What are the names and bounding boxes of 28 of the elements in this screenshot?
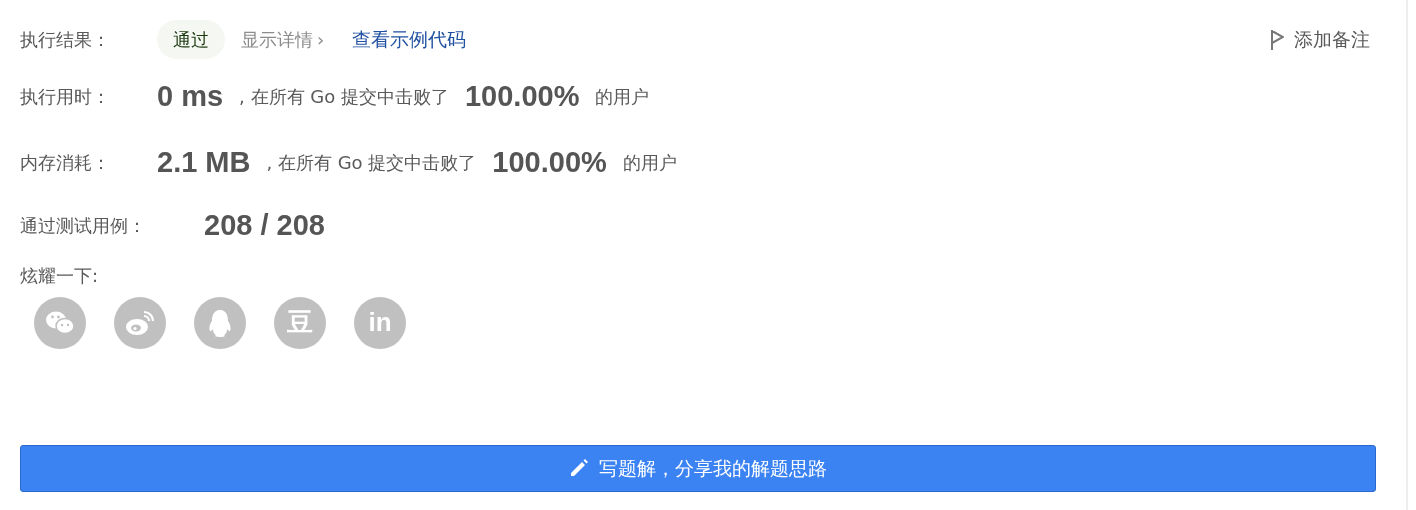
caret-icon: › xyxy=(317,26,325,53)
chat-bubbles-icon xyxy=(45,309,75,336)
sample-code-link[interactable]: 查看示例代码 xyxy=(352,25,467,54)
stat-label: 内存消耗： xyxy=(20,150,111,175)
stat-text: , 在所有 Go 提交中击败了 xyxy=(239,85,449,110)
pencil-icon xyxy=(569,458,589,478)
status-badge: 通过 xyxy=(157,20,225,59)
stat-value: 2.1 MB xyxy=(157,144,251,180)
share-weibo-button[interactable] xyxy=(114,296,166,349)
share-qq-button[interactable] xyxy=(194,296,246,349)
share-label: 炫耀一下: xyxy=(20,263,100,288)
write-solution-button[interactable]: 写题解，分享我的解题思路 xyxy=(20,444,1376,492)
tests-label: 通过测试用例： xyxy=(20,214,147,239)
stat-label: 执行用时： xyxy=(20,85,111,110)
tests-value: 208 / 208 xyxy=(204,208,325,243)
share-wechat-button[interactable] xyxy=(34,296,86,349)
penguin-icon xyxy=(207,307,233,338)
stat-text: , 在所有 Go 提交中击败了 xyxy=(266,150,477,175)
percent-value: 100.00% xyxy=(464,79,580,114)
add-note-button[interactable]: 添加备注 xyxy=(1264,24,1376,55)
stat-value: 0 ms xyxy=(157,79,224,114)
eye-signal-icon xyxy=(124,308,156,337)
stat-suffix: 的用户 xyxy=(595,85,650,110)
details-link[interactable]: 显示详情 xyxy=(241,26,313,53)
percent-value: 100.00% xyxy=(492,144,607,180)
stat-suffix: 的用户 xyxy=(622,150,677,175)
flag-icon xyxy=(1270,28,1284,51)
result-label: 执行结果： xyxy=(20,28,111,52)
